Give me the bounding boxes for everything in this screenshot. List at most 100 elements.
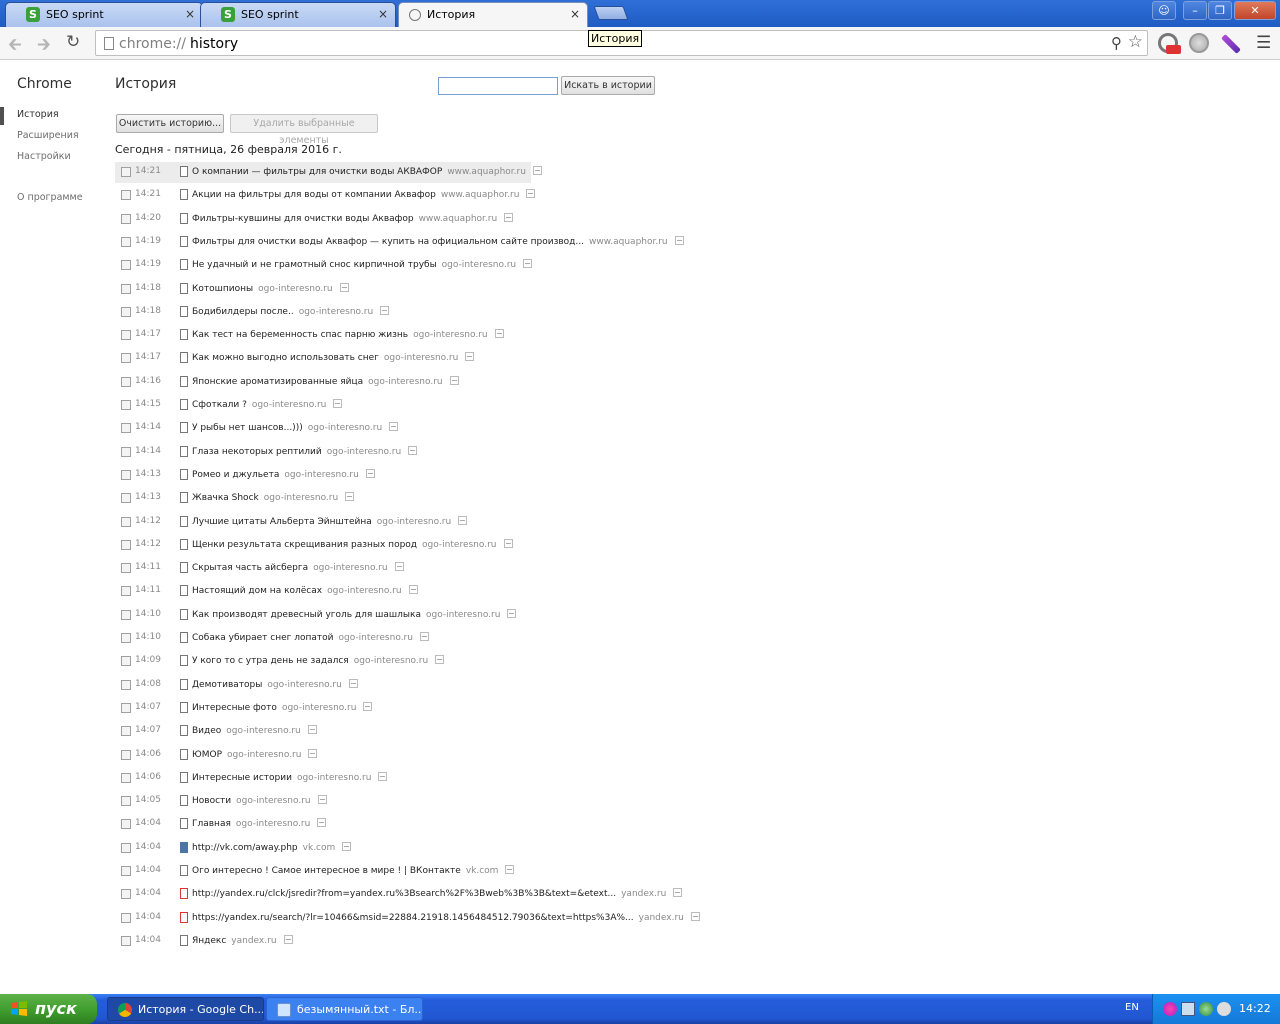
entry-menu-icon[interactable]	[380, 305, 390, 315]
entry-domain[interactable]: ogo-interesno.ru	[299, 307, 373, 317]
entry-link[interactable]: Ого интересно ! Самое интересное в мире …	[192, 865, 515, 876]
entry-link[interactable]: Щенки результата скрещивания разных поро…	[192, 538, 513, 550]
entry-title[interactable]: Яндекс	[192, 936, 226, 946]
tray-app-icon[interactable]	[1163, 1002, 1177, 1016]
entry-domain[interactable]: yandex.ru	[639, 913, 684, 923]
entry-link[interactable]: Собака убирает снег лопатой ogo-interesno…	[192, 632, 429, 643]
remove-selected-button[interactable]: Удалить выбранные элементы	[230, 114, 378, 146]
search-input[interactable]	[438, 77, 558, 95]
entry-title[interactable]: Настоящий дом на колёсах	[192, 586, 322, 596]
entry-checkbox[interactable]	[121, 236, 131, 247]
entry-title[interactable]: У кого то с утра день не задался	[192, 656, 349, 666]
entry-menu-icon[interactable]	[690, 911, 700, 921]
language-indicator[interactable]: EN	[1125, 1002, 1139, 1013]
entry-checkbox[interactable]	[121, 726, 131, 737]
entry-domain[interactable]: yandex.ru	[231, 936, 276, 946]
entry-menu-icon[interactable]	[345, 492, 355, 502]
entry-menu-icon[interactable]	[532, 166, 542, 175]
entry-title[interactable]: Скрытая часть айсберга	[192, 563, 308, 573]
volume-icon[interactable]	[1217, 1002, 1231, 1016]
entry-title[interactable]: Как производят древесный уголь для шашлы…	[192, 610, 421, 620]
entry-link[interactable]: Фильтры для очистки воды Аквафор — купит…	[192, 235, 684, 247]
entry-checkbox[interactable]	[121, 842, 131, 853]
entry-domain[interactable]: ogo-interesno.ru	[313, 563, 387, 573]
entry-title[interactable]: Главная	[192, 819, 231, 829]
entry-title[interactable]: ЮМОР	[192, 750, 222, 760]
sidebar-item-about[interactable]: О программе	[17, 192, 83, 203]
entry-link[interactable]: О компании — фильтры для очистки воды АК…	[192, 166, 542, 177]
entry-link[interactable]: Настоящий дом на колёсах ogo-interesno.ru	[192, 585, 418, 596]
start-button[interactable]: пуск	[0, 994, 97, 1024]
entry-checkbox[interactable]	[121, 330, 131, 341]
entry-checkbox[interactable]	[121, 283, 131, 294]
entry-checkbox[interactable]	[121, 423, 131, 434]
entry-domain[interactable]: ogo-interesno.ru	[377, 517, 451, 527]
entry-link[interactable]: http://vk.com/away.php vk.com	[192, 841, 352, 853]
entry-link[interactable]: Сфоткали ? ogo-interesno.ru	[192, 399, 343, 410]
entry-link[interactable]: Лучшие цитаты Альберта Эйнштейна ogo-inte…	[192, 515, 468, 527]
entry-checkbox[interactable]	[121, 260, 131, 271]
entry-menu-icon[interactable]	[674, 235, 684, 245]
entry-menu-icon[interactable]	[465, 352, 475, 362]
entry-menu-icon[interactable]	[307, 725, 317, 735]
entry-domain[interactable]: ogo-interesno.ru	[327, 447, 401, 457]
entry-checkbox[interactable]	[121, 516, 131, 527]
entry-title[interactable]: Лучшие цитаты Альберта Эйнштейна	[192, 517, 372, 527]
entry-link[interactable]: Котошпионы ogo-interesno.ru	[192, 282, 349, 294]
entry-domain[interactable]: ogo-interesno.ru	[413, 330, 487, 340]
entry-domain[interactable]: ogo-interesno.ru	[308, 423, 382, 433]
new-tab-button[interactable]	[593, 6, 629, 20]
entry-checkbox[interactable]	[121, 609, 131, 620]
entry-title[interactable]: https://yandex.ru/search/?lr=10466&msid=…	[192, 913, 634, 923]
bookmark-star-icon[interactable]: ☆	[1128, 32, 1143, 52]
entry-checkbox[interactable]	[121, 586, 131, 597]
entry-link[interactable]: Ромео и джульета ogo-interesno.ru	[192, 468, 375, 480]
entry-checkbox[interactable]	[121, 702, 131, 713]
entry-checkbox[interactable]	[121, 306, 131, 317]
entry-menu-icon[interactable]	[419, 632, 429, 641]
zoom-icon[interactable]: ⚲	[1111, 34, 1122, 52]
entry-domain[interactable]: ogo-interesno.ru	[227, 750, 301, 760]
entry-domain[interactable]: ogo-interesno.ru	[384, 353, 458, 363]
entry-domain[interactable]: www.aquaphor.ru	[447, 167, 526, 177]
entry-menu-icon[interactable]	[408, 445, 418, 455]
entry-link[interactable]: Не удачный и не грамотный снос кирпичной…	[192, 259, 533, 270]
entry-domain[interactable]: ogo-interesno.ru	[426, 610, 500, 620]
entry-domain[interactable]: ogo-interesno.ru	[354, 656, 428, 666]
entry-checkbox[interactable]	[121, 679, 131, 690]
entry-title[interactable]: Акции на фильтры для воды от компании Ак…	[192, 190, 436, 200]
entry-menu-icon[interactable]	[339, 282, 349, 292]
entry-title[interactable]: У рыбы нет шансов...)))	[192, 423, 303, 433]
entry-checkbox[interactable]	[121, 749, 131, 760]
entry-link[interactable]: http://yandex.ru/clck/jsredir?from=yande…	[192, 888, 683, 899]
sidebar-item-history[interactable]: История	[17, 109, 59, 120]
entry-link[interactable]: Интересные истории ogo-interesno.ru	[192, 771, 388, 783]
entry-checkbox[interactable]	[121, 539, 131, 550]
entry-title[interactable]: Ромео и джульета	[192, 470, 279, 480]
entry-menu-icon[interactable]	[435, 655, 445, 665]
entry-checkbox[interactable]	[121, 866, 131, 876]
entry-domain[interactable]: www.aquaphor.ru	[589, 237, 668, 247]
entry-title[interactable]: Жвачка Shock	[192, 493, 259, 503]
entry-domain[interactable]: ogo-interesno.ru	[236, 796, 310, 806]
sidebar-item-settings[interactable]: Настройки	[17, 151, 71, 162]
entry-domain[interactable]: vk.com	[303, 843, 336, 853]
entry-link[interactable]: Скрытая часть айсберга ogo-interesno.ru	[192, 562, 404, 573]
entry-domain[interactable]: ogo-interesno.ru	[368, 377, 442, 387]
entry-domain[interactable]: ogo-interesno.ru	[264, 493, 338, 503]
entry-menu-icon[interactable]	[504, 212, 514, 222]
entry-domain[interactable]: ogo-interesno.ru	[282, 703, 356, 713]
entry-title[interactable]: Как можно выгодно использовать снег	[192, 353, 379, 363]
maximize-button[interactable]: ❐	[1208, 1, 1232, 20]
sidebar-item-extensions[interactable]: Расширения	[17, 130, 79, 141]
entry-domain[interactable]: ogo-interesno.ru	[442, 260, 516, 270]
menu-icon[interactable]: ☰	[1256, 33, 1271, 53]
entry-link[interactable]: У кого то с утра день не задался ogo-inte…	[192, 655, 445, 666]
entry-title[interactable]: Интересные истории	[192, 773, 292, 783]
entry-title[interactable]: Новости	[192, 796, 231, 806]
entry-checkbox[interactable]	[121, 633, 131, 643]
entry-title[interactable]: Фильтры для очистки воды Аквафор — купит…	[192, 237, 584, 247]
entry-domain[interactable]: ogo-interesno.ru	[236, 819, 310, 829]
entry-checkbox[interactable]	[121, 493, 131, 504]
close-icon[interactable]: ×	[570, 7, 580, 21]
